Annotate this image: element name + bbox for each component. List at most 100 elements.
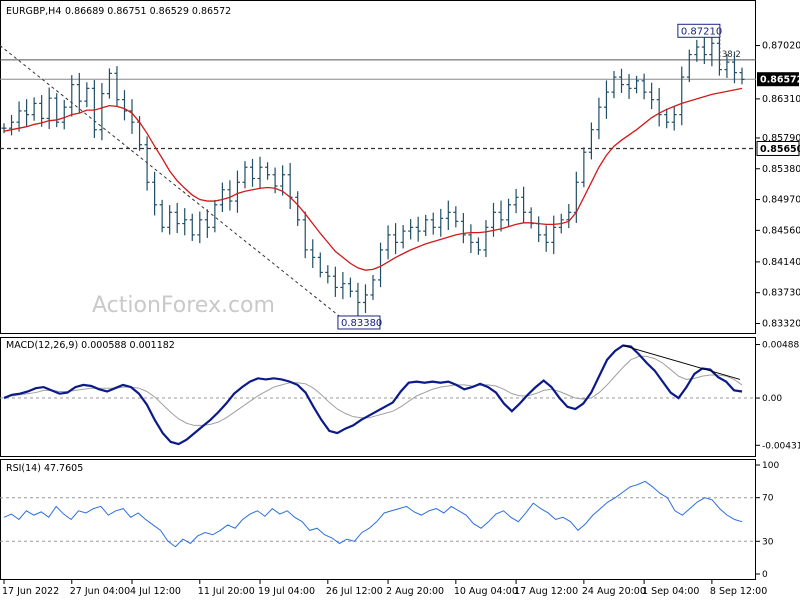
price-bar (468, 224, 474, 253)
price-bar (543, 225, 549, 252)
price-header-symbol: EURGBP,H4 (6, 6, 61, 17)
price-bar (521, 186, 527, 223)
price-bar (626, 74, 632, 99)
price-bar (242, 161, 248, 189)
price-bar (287, 163, 293, 210)
x-tick-label: 4 Jul 12:00 (130, 586, 181, 597)
price-bar (31, 97, 37, 121)
price-bar (16, 101, 22, 132)
price-bar (159, 199, 165, 233)
price-bar (498, 200, 504, 232)
price-bar (506, 198, 512, 226)
price-bar (325, 265, 331, 284)
price-bar (24, 99, 30, 127)
price-bar (393, 223, 399, 255)
macd-signal-line (3, 355, 743, 426)
price-bar (182, 208, 188, 236)
price-bar (611, 71, 617, 99)
x-tick-label: 19 Jul 04:00 (258, 586, 315, 597)
price-bar (423, 214, 429, 237)
low-label: 0.83380 (341, 318, 382, 329)
x-tick-label: 1 Sep 04:00 (642, 586, 699, 597)
price-bar (581, 147, 587, 188)
price-bar (415, 216, 421, 242)
price-bar (121, 90, 127, 121)
price-bar (197, 211, 203, 244)
macd-header: MACD(12,26,9) 0.000588 0.001182 (6, 340, 175, 351)
price-bar (114, 66, 120, 107)
x-tick-label: 27 Jun 04:00 (70, 586, 130, 597)
price-bar (513, 188, 519, 214)
price-bar (189, 213, 195, 241)
macd-divergence-line (622, 344, 741, 380)
price-bar (483, 220, 489, 258)
rsi-line (3, 480, 743, 548)
price-bar (596, 97, 602, 140)
price-bar (603, 80, 609, 119)
price-bar (99, 83, 105, 141)
macd-panel-frame (0, 337, 756, 457)
price-bar (430, 212, 436, 235)
high-label: 0.87210 (681, 26, 722, 37)
rsi-y-tick-label: 100 (762, 461, 779, 471)
chart-canvas: ActionForex.com EURGBP,H4 0.86689 0.8675… (0, 0, 800, 597)
price-bar (227, 180, 233, 211)
price-bar (671, 106, 677, 131)
price-bar (295, 191, 301, 226)
price-y-tick-label: 0.84970 (762, 195, 800, 206)
price-bar (656, 87, 662, 127)
x-tick-label: 24 Aug 20:00 (582, 586, 646, 597)
price-bar (619, 68, 625, 93)
price-bar (332, 266, 338, 297)
price-y-tick-label: 0.83730 (762, 288, 800, 299)
price-bar (566, 203, 572, 229)
price-bar (257, 156, 263, 190)
moving-average-line (3, 87, 743, 271)
macd-y-tick-label: -0.004315 (762, 441, 800, 451)
price-bar (46, 87, 52, 130)
price-bar (317, 252, 323, 278)
price-y-tick-label: 0.86310 (762, 94, 800, 105)
price-bar (370, 274, 376, 300)
price-bar (536, 216, 542, 243)
price-bar (174, 202, 180, 234)
price-y-tick-label: 0.83320 (762, 318, 800, 329)
fib-label: 38.2 (722, 50, 741, 60)
price-bar (438, 208, 444, 237)
price-bar (475, 237, 481, 255)
price-bar (234, 170, 240, 213)
x-tick-label: 2 Aug 20:00 (386, 586, 444, 597)
price-bar (54, 93, 60, 128)
price-bar (340, 271, 346, 300)
rsi-y-tick-label: 70 (762, 494, 774, 504)
price-header-ohlc: 0.86689 0.86751 0.86529 0.86572 (65, 6, 231, 17)
price-bar (167, 205, 173, 235)
price-plot-area: 0.87210 38.2 0.83380 (0, 23, 756, 330)
macd-line (3, 344, 743, 446)
price-bar (1, 123, 7, 134)
x-tick-label: 17 Jun 2022 (2, 586, 59, 597)
price-bar (400, 225, 406, 249)
price-panel-frame (0, 0, 756, 334)
price-bar (649, 82, 655, 110)
price-y-tick-label: 0.85380 (762, 164, 800, 175)
price-bar (588, 122, 594, 160)
price-bar (9, 114, 15, 136)
price-bar (310, 239, 316, 268)
price-y-tick-label: 0.84140 (762, 257, 800, 268)
price-bar (445, 200, 451, 231)
price-bar (106, 68, 112, 99)
price-bar (84, 82, 90, 108)
x-tick-label: 11 Jul 20:00 (198, 586, 255, 597)
price-bar (679, 66, 685, 126)
price-bar (551, 215, 557, 255)
x-tick-label: 8 Sep 12:00 (710, 586, 767, 597)
rsi-y-tick-label: 30 (762, 537, 774, 547)
price-bar (302, 211, 308, 259)
price-bar (460, 212, 466, 244)
price-bar (69, 75, 75, 117)
price-bar (385, 225, 391, 260)
price-bar (355, 282, 361, 319)
price-bar (144, 136, 150, 191)
downtrend-line (0, 45, 344, 320)
